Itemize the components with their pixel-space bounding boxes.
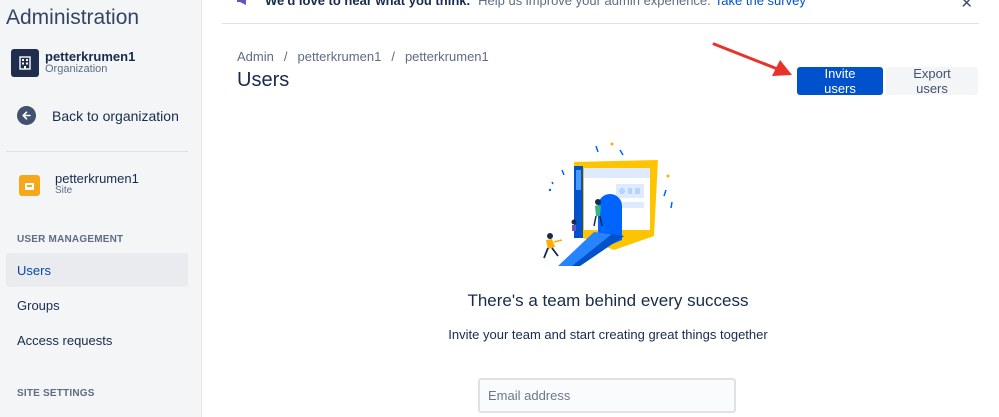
breadcrumb-separator: /	[391, 49, 395, 64]
breadcrumb: Admin / petterkrumen1 / petterkrumen1	[237, 49, 489, 64]
invite-users-button[interactable]: Invite users	[797, 66, 883, 96]
close-icon[interactable]: ✕	[960, 0, 973, 12]
page-title: Users	[237, 69, 290, 91]
survey-link[interactable]: Take the survey	[715, 0, 806, 8]
site-name: petterkrumen1	[55, 171, 139, 186]
org-switcher[interactable]: petterkrumen1 Organization	[11, 49, 135, 77]
breadcrumb-admin[interactable]: Admin	[237, 49, 274, 64]
megaphone-icon	[237, 0, 246, 5]
sidebar: Administration petterkrumen1 Organizatio…	[0, 0, 202, 417]
annotation-arrow-icon	[712, 42, 792, 76]
back-label: Back to organization	[52, 107, 179, 124]
export-users-button[interactable]: Export users	[886, 66, 978, 96]
org-type: Organization	[45, 63, 108, 75]
breadcrumb-separator: /	[283, 49, 288, 64]
team-illustration	[543, 142, 673, 266]
org-name: petterkrumen1	[45, 49, 136, 64]
arrow-left-icon	[17, 106, 36, 125]
site-settings-heading: SITE SETTINGS	[17, 388, 95, 399]
survey-banner: We'd love to hear what you think. Help us…	[222, 0, 979, 24]
site-type: Site	[55, 185, 73, 196]
sidebar-item-label: Access requests	[17, 332, 113, 348]
sidebar-item-groups[interactable]: Groups	[6, 288, 188, 322]
sidebar-item-label: Users	[17, 262, 51, 278]
user-management-heading: USER MANAGEMENT	[17, 234, 124, 245]
breadcrumb-org[interactable]: petterkrumen1	[297, 49, 381, 64]
email-field[interactable]	[478, 378, 736, 413]
sidebar-item-label: Groups	[17, 297, 60, 313]
empty-state-description: Invite your team and start creating grea…	[448, 327, 768, 342]
back-to-organization-link[interactable]: Back to organization	[17, 106, 179, 125]
building-icon	[11, 49, 39, 77]
site-switcher[interactable]: petterkrumen1 Site	[19, 171, 139, 197]
empty-state-heading: There's a team behind every success	[467, 291, 749, 310]
sidebar-item-access-requests[interactable]: Access requests	[6, 323, 188, 357]
breadcrumb-site[interactable]: petterkrumen1	[405, 49, 489, 64]
site-icon	[19, 174, 40, 196]
sidebar-item-users[interactable]: Users	[6, 253, 188, 287]
app-title: Administration	[6, 6, 140, 29]
banner-text: Help us improve your admin experience.	[478, 0, 711, 8]
sidebar-divider	[6, 151, 188, 152]
banner-bold-text: We'd love to hear what you think.	[265, 0, 471, 8]
